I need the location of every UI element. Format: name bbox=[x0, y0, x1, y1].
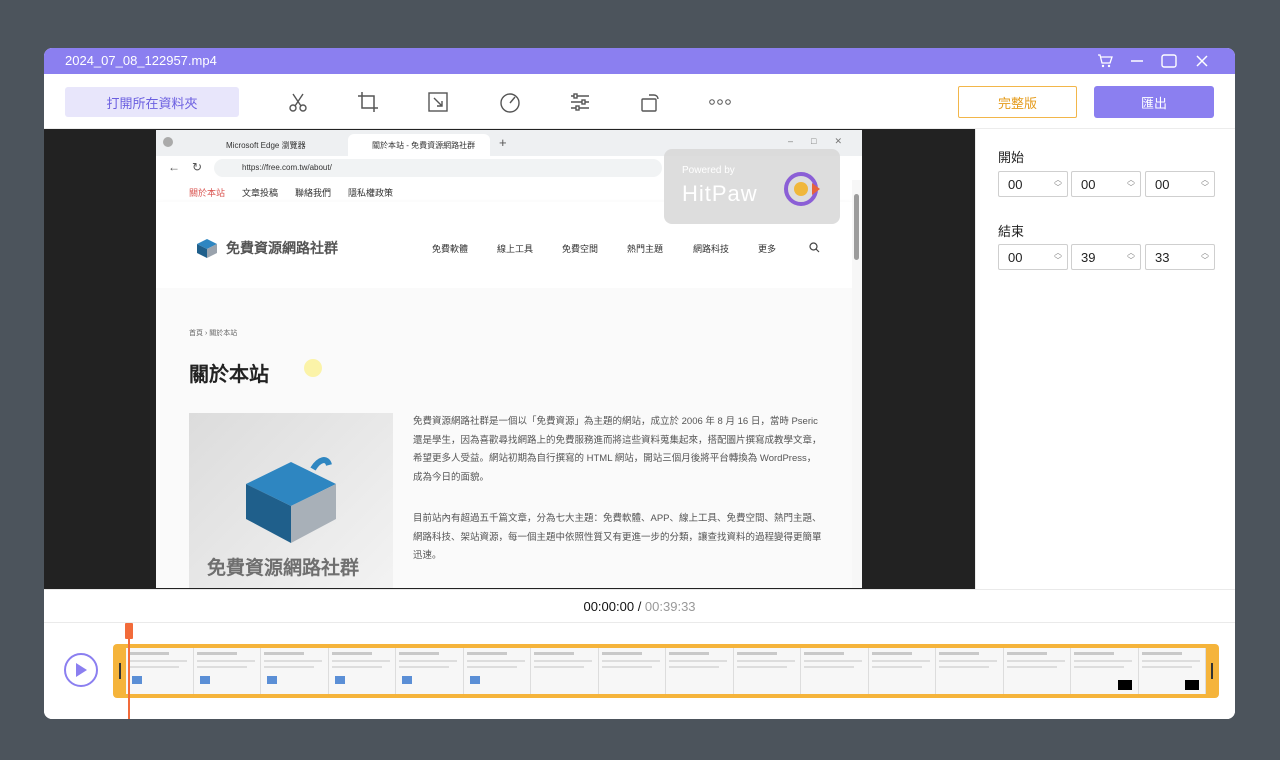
timeline bbox=[44, 623, 1235, 719]
current-time: 00:00:00 bbox=[583, 599, 635, 614]
end-minute-input[interactable]: 39 ︿ ﹀ bbox=[1071, 244, 1141, 270]
open-folder-button[interactable]: 打開所在資料夾 bbox=[65, 87, 239, 117]
browser-url: https://free.com.tw/about/ bbox=[214, 159, 662, 177]
site-nav-item: 更多 bbox=[758, 244, 777, 254]
site-nav-item: 免費軟體 bbox=[432, 244, 469, 254]
site-content: 首頁 › 關於本站 關於本站 免費資源網路社群 免費資源網路社群是一個以「免費資… bbox=[156, 288, 852, 588]
adjust-icon[interactable] bbox=[566, 88, 594, 116]
cart-icon[interactable] bbox=[1094, 51, 1116, 71]
end-second-input[interactable]: 33 ︿ ﹀ bbox=[1145, 244, 1215, 270]
end-label: 結束 bbox=[998, 224, 1025, 239]
thumbnail-strip bbox=[126, 648, 1206, 694]
image-caption: 免費資源網路社群 bbox=[207, 558, 360, 579]
profile-icon bbox=[163, 137, 173, 147]
intro-paragraph: 免費資源網路社群是一個以「免費資源」為主題的網站，成立於 2006 年 8 月 … bbox=[413, 416, 822, 483]
refresh-icon: ↻ bbox=[192, 160, 203, 174]
speed-icon[interactable] bbox=[496, 88, 524, 116]
thumbnail-frame bbox=[936, 648, 1004, 694]
breadcrumb: 首頁 › 關於本站 bbox=[189, 330, 238, 337]
resize-icon[interactable] bbox=[424, 88, 452, 116]
browser-scrollbar bbox=[852, 180, 862, 588]
site-nav-item: 熱門主題 bbox=[627, 244, 664, 254]
play-button[interactable] bbox=[64, 653, 98, 687]
trim-panel: 開始 00 ︿ ﹀ 00 ︿ ﹀ 00 ︿ ﹀ 結束 00 ︿ ﹀ 39 ︿ ﹀ 33 ︿ ﹀ bbox=[975, 129, 1235, 589]
title-bar: 2024_07_08_122957.mp4 bbox=[44, 48, 1235, 74]
cursor-highlight bbox=[304, 359, 322, 377]
spinner-icon[interactable]: ︿ ﹀ bbox=[1127, 176, 1135, 192]
watermark-powered: Powered by bbox=[682, 165, 735, 176]
trim-range[interactable] bbox=[113, 644, 1219, 698]
browser-window-controls: –□✕ bbox=[788, 136, 860, 146]
maximize-icon[interactable] bbox=[1158, 51, 1180, 71]
bookmark-item: 聯絡我們 bbox=[295, 188, 332, 198]
thumbnail-frame bbox=[396, 648, 464, 694]
watermark-brand: HitPaw bbox=[682, 181, 758, 206]
thumbnail-frame bbox=[733, 648, 801, 694]
more-icon[interactable] bbox=[706, 88, 734, 116]
new-tab-icon: + bbox=[499, 135, 507, 150]
editor-window: 2024_07_08_122957.mp4 打開所在資料夾 完整版 匯出 Mic… bbox=[44, 48, 1235, 719]
time-display: 00:00:00 / 00:39:33 bbox=[44, 589, 1235, 623]
window-title: 2024_07_08_122957.mp4 bbox=[65, 53, 217, 68]
browser-tab-active: 關於本站 - 免費資源網路社群 bbox=[348, 134, 490, 156]
thumbnail-frame bbox=[328, 648, 396, 694]
thumbnail-frame bbox=[801, 648, 869, 694]
playhead[interactable] bbox=[125, 623, 133, 719]
page-heading: 關於本站 bbox=[189, 364, 269, 386]
cube-logo-icon bbox=[246, 457, 336, 543]
back-icon: ← bbox=[168, 160, 180, 174]
site-name: 免費資源網路社群 bbox=[226, 240, 338, 256]
thumbnail-frame bbox=[666, 648, 734, 694]
spinner-icon[interactable]: ︿ ﹀ bbox=[1054, 249, 1062, 265]
bookmark-item: 文章投稿 bbox=[242, 188, 279, 198]
rotate-icon[interactable] bbox=[636, 88, 664, 116]
end-hour-input[interactable]: 00 ︿ ﹀ bbox=[998, 244, 1068, 270]
bookmark-item: 隱私權政策 bbox=[348, 188, 394, 198]
play-icon bbox=[76, 663, 87, 677]
site-nav-item: 網路科技 bbox=[693, 244, 730, 254]
site-nav-item: 免費空間 bbox=[562, 244, 599, 254]
export-button[interactable]: 匯出 bbox=[1094, 86, 1214, 118]
site-search-icon bbox=[809, 242, 820, 253]
preview-frame: Microsoft Edge 瀏覽器 關於本站 - 免費資源網路社群 + –□✕… bbox=[156, 130, 862, 588]
thumbnail-frame bbox=[261, 648, 329, 694]
start-hour-input[interactable]: 00 ︿ ﹀ bbox=[998, 171, 1068, 197]
browser-tab: Microsoft Edge 瀏覽器 bbox=[226, 141, 306, 150]
close-icon[interactable] bbox=[1191, 51, 1213, 71]
start-label: 開始 bbox=[998, 150, 1025, 165]
thumbnail-frame bbox=[463, 648, 531, 694]
start-minute-input[interactable]: 00 ︿ ﹀ bbox=[1071, 171, 1141, 197]
bookmark-item: 關於本站 bbox=[189, 188, 226, 198]
thumbnail-frame bbox=[126, 648, 194, 694]
content-paragraph: 目前站內有超過五千篇文章，分為七大主題：免費軟體、APP、線上工具、免費空間、熱… bbox=[413, 513, 822, 561]
trim-end-handle[interactable] bbox=[1211, 663, 1213, 679]
spinner-icon[interactable]: ︿ ﹀ bbox=[1054, 176, 1062, 192]
toolbar: 打開所在資料夾 完整版 匯出 bbox=[44, 74, 1235, 129]
site-logo-icon bbox=[197, 239, 217, 258]
spinner-icon[interactable]: ︿ ﹀ bbox=[1201, 249, 1209, 265]
trim-start-handle[interactable] bbox=[119, 663, 121, 679]
thumbnail-frame bbox=[868, 648, 936, 694]
spinner-icon[interactable]: ︿ ﹀ bbox=[1127, 249, 1135, 265]
scissors-icon[interactable] bbox=[284, 88, 312, 116]
hitpaw-logo-icon bbox=[784, 172, 820, 206]
minimize-icon[interactable] bbox=[1126, 51, 1148, 71]
spinner-icon[interactable]: ︿ ﹀ bbox=[1201, 176, 1209, 192]
hitpaw-watermark: Powered by HitPaw bbox=[664, 149, 840, 224]
video-preview[interactable]: Microsoft Edge 瀏覽器 關於本站 - 免費資源網路社群 + –□✕… bbox=[44, 129, 975, 589]
thumbnail-frame bbox=[193, 648, 261, 694]
site-nav-item: 線上工具 bbox=[497, 244, 534, 254]
thumbnail-frame bbox=[598, 648, 666, 694]
total-time: 00:39:33 bbox=[644, 599, 696, 614]
thumbnail-frame bbox=[1071, 648, 1139, 694]
full-version-button[interactable]: 完整版 bbox=[958, 86, 1077, 118]
thumbnail-frame bbox=[1138, 648, 1206, 694]
start-second-input[interactable]: 00 ︿ ﹀ bbox=[1145, 171, 1215, 197]
crop-icon[interactable] bbox=[354, 88, 382, 116]
site-logo-image: 免費資源網路社群 bbox=[189, 413, 393, 588]
thumbnail-frame bbox=[531, 648, 599, 694]
thumbnail-frame bbox=[1003, 648, 1071, 694]
